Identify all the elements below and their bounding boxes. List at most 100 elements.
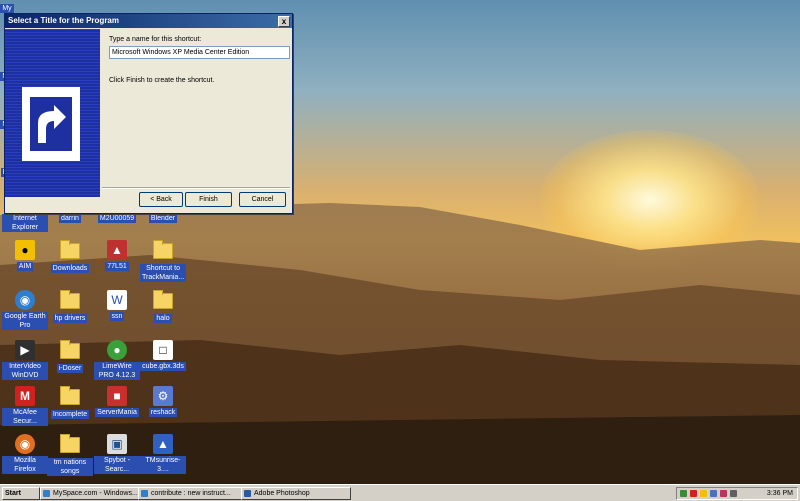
system-tray: 3:36 PM	[676, 487, 798, 500]
dialog-divider	[102, 187, 290, 189]
taskbar-item-myspace[interactable]: MySpace.com - Windows...	[40, 487, 146, 500]
taskbar: Start MySpace.com - Windows... contribut…	[0, 484, 800, 501]
desktop-icon-reshack[interactable]: ⚙ reshack	[140, 386, 186, 417]
start-button[interactable]: Start	[2, 487, 40, 500]
desktop-icon-77l51[interactable]: ▲ 77L51	[94, 240, 140, 271]
desktop-icon-trackmania-shortcut[interactable]: Shortcut to TrackMania...	[140, 240, 187, 282]
tray-network-icon[interactable]	[680, 490, 687, 497]
dialog-title: Select a Title for the Program	[8, 16, 119, 25]
desktop-icon-label: LimeWire PRO 4.12.3	[94, 362, 140, 380]
desktop-icon-m2u00059[interactable]: M2U00059	[94, 214, 140, 223]
desktop-icon-label: Downloads	[50, 264, 90, 273]
taskbar-item-label: MySpace.com - Windows...	[53, 490, 138, 497]
servermania-icon: ■	[107, 386, 127, 406]
finish-button[interactable]: Finish	[185, 192, 232, 207]
file-icon: □	[153, 340, 173, 360]
create-shortcut-dialog: Select a Title for the Program x Type a …	[4, 13, 293, 214]
tray-aim-icon[interactable]	[700, 490, 707, 497]
finish-instruction: Click Finish to create the shortcut.	[109, 77, 215, 84]
tray-app-icon[interactable]	[720, 490, 727, 497]
desktop-icon-google-earth[interactable]: ◉ Google Earth Pro	[2, 290, 48, 330]
tray-mcafee-icon[interactable]	[690, 490, 697, 497]
windvd-icon: ▶	[15, 340, 35, 360]
reshack-icon: ⚙	[153, 386, 173, 406]
desktop-icon-label: darrin	[59, 214, 81, 223]
desktop-icon-mcafee[interactable]: M McAfee Secur...	[2, 386, 48, 426]
folder-icon	[60, 240, 80, 259]
trackmania-icon: ▲	[153, 434, 173, 454]
desktop-icon-label: TMsunrise-3....	[140, 456, 186, 474]
shortcut-arrow-icon	[22, 87, 80, 161]
desktop-icon-ssn[interactable]: W ssn	[94, 290, 140, 321]
tray-misc-icon[interactable]	[730, 490, 737, 497]
desktop-icon-label: tm nations songs	[47, 458, 93, 476]
desktop-icon-i-doser[interactable]: i-Doser	[47, 340, 93, 373]
desktop-icon-label: i-Doser	[56, 364, 84, 373]
google-earth-icon: ◉	[15, 290, 35, 310]
desktop-icon-windvd[interactable]: ▶ InterVideo WinDVD	[2, 340, 48, 380]
desktop-icon-tm-nations-songs[interactable]: tm nations songs	[47, 434, 93, 476]
folder-icon	[153, 290, 173, 309]
desktop-icon-label: Mozilla Firefox	[2, 456, 48, 474]
desktop-icon-label: Spybot - Searc...	[94, 456, 140, 474]
taskbar-item-contribute[interactable]: contribute : new instruct...	[138, 487, 250, 500]
taskbar-item-photoshop[interactable]: Adobe Photoshop	[241, 487, 351, 500]
spybot-icon: ▣	[107, 434, 127, 454]
mcafee-icon: M	[15, 386, 35, 406]
desktop-icon-incomplete[interactable]: Incomplete	[47, 386, 93, 419]
desktop-icon-tmsunrise[interactable]: ▲ TMsunrise-3....	[140, 434, 186, 474]
desktop-icon-label: Internet Explorer	[2, 214, 48, 232]
browser-icon	[43, 490, 50, 497]
desktop-icon-spybot[interactable]: ▣ Spybot - Searc...	[94, 434, 140, 474]
taskbar-clock[interactable]: 3:36 PM	[767, 488, 793, 499]
desktop-icon-label: halo	[154, 314, 172, 323]
desktop-icon-label: 77L51	[105, 262, 129, 271]
aim-icon: ●	[15, 240, 35, 260]
close-button[interactable]: x	[278, 16, 290, 27]
desktop-icon-aim[interactable]: ● AIM	[2, 240, 48, 271]
limewire-icon: ●	[107, 340, 127, 360]
start-label: Start	[5, 490, 21, 497]
desktop-icon-label: Shortcut to TrackMania...	[140, 264, 187, 282]
desktop-icon-darrin[interactable]: darrin	[47, 214, 93, 223]
desktop-icon-blender[interactable]: Blender	[140, 214, 186, 223]
tray-volume-icon[interactable]	[710, 490, 717, 497]
desktop-icon-downloads[interactable]: Downloads	[47, 240, 93, 273]
cancel-button[interactable]: Cancel	[239, 192, 286, 207]
folder-icon	[153, 240, 173, 259]
desktop-icon-my-documents[interactable]: My	[0, 4, 14, 13]
desktop-icon-label: M2U00059	[97, 214, 137, 223]
desktop-icon-label: ServerMania	[95, 408, 139, 417]
desktop-icon-firefox[interactable]: ◉ Mozilla Firefox	[2, 434, 48, 474]
desktop-icon-cube-gbx[interactable]: □ cube.gbx.3ds	[140, 340, 186, 371]
desktop-icon-internet-explorer[interactable]: Internet Explorer	[2, 214, 48, 232]
firefox-icon: ◉	[15, 434, 35, 454]
desktop-icon-hp-drivers[interactable]: hp drivers	[47, 290, 93, 323]
desktop-icon-label: Incomplete	[50, 410, 90, 419]
folder-icon	[60, 340, 80, 359]
folder-icon	[60, 386, 80, 405]
desktop-icon-label: Blender	[148, 214, 178, 223]
desktop-icon-label: reshack	[148, 408, 178, 417]
desktop-icon-limewire[interactable]: ● LimeWire PRO 4.12.3	[94, 340, 140, 380]
shortcut-name-input[interactable]: Microsoft Windows XP Media Center Editio…	[109, 46, 290, 59]
app-icon: ▲	[107, 240, 127, 260]
taskbar-item-label: contribute : new instruct...	[151, 490, 231, 497]
shortcut-name-label: Type a name for this shortcut:	[109, 36, 202, 43]
document-icon: W	[107, 290, 127, 310]
desktop-icon-label: ssn	[109, 312, 125, 321]
desktop-icon-label: My	[0, 4, 14, 13]
desktop-icon-label: AIM	[16, 262, 34, 271]
wizard-side-panel	[5, 29, 100, 197]
desktop-icon-label: hp drivers	[52, 314, 88, 323]
dialog-titlebar[interactable]: Select a Title for the Program x	[5, 14, 292, 28]
folder-icon	[60, 290, 80, 309]
back-button[interactable]: < Back	[139, 192, 183, 207]
desktop-icon-label: Google Earth Pro	[2, 312, 48, 330]
desktop-icon-servermania[interactable]: ■ ServerMania	[94, 386, 140, 417]
desktop-icon-halo[interactable]: halo	[140, 290, 186, 323]
taskbar-item-label: Adobe Photoshop	[254, 490, 310, 497]
folder-icon	[60, 434, 80, 453]
browser-icon	[141, 490, 148, 497]
desktop-icon-label: McAfee Secur...	[2, 408, 48, 426]
